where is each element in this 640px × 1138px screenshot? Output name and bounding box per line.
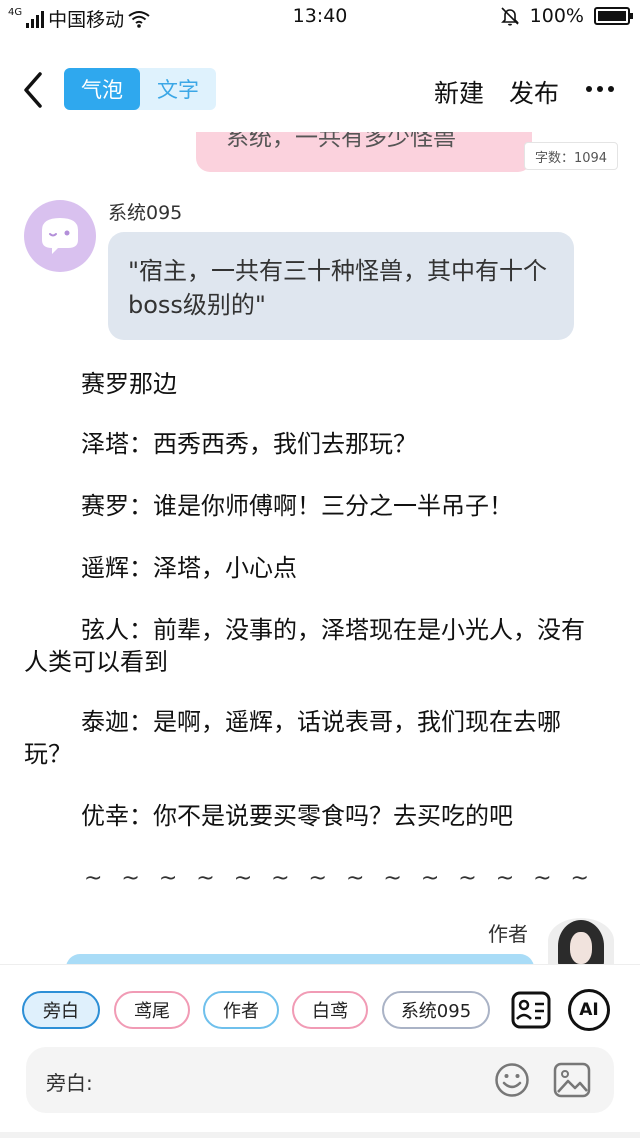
role-chip[interactable]: 旁白 (22, 991, 100, 1029)
battery-icon (594, 7, 633, 25)
new-button[interactable]: 新建 (434, 74, 484, 110)
home-indicator (0, 1132, 640, 1138)
system-name: 系统095 (108, 202, 183, 224)
role-chip[interactable]: 白鸢 (292, 991, 368, 1029)
compose-panel: 旁白 鸢尾 作者 白鸢 系统095 AI 旁白: (0, 964, 640, 1138)
narration-line[interactable]: 赛罗那边 (24, 368, 604, 400)
tab-bubble[interactable]: 气泡 (64, 68, 140, 110)
section-divider: ~ ~ ~ ~ ~ ~ ~ ~ ~ ~ ~ ~ ~ ~ (84, 866, 595, 891)
system-avatar[interactable] (24, 200, 96, 272)
system-message-text: "宿主，一共有三十种怪兽，其中有十个boss级别的" (128, 257, 548, 319)
ai-button[interactable]: AI (568, 989, 610, 1031)
narration-line[interactable]: 泽塔：西秀西秀，我们去那玩？ (24, 428, 604, 460)
author-name: 作者 (488, 922, 528, 946)
battery-level (598, 11, 626, 21)
contact-card-icon[interactable] (510, 989, 552, 1031)
story-content[interactable]: 系统，一共有多少怪兽 字数：1094 系统095 "宿主，一共有三十种怪兽，其中… (0, 132, 640, 964)
role-chip[interactable]: 系统095 (382, 991, 490, 1029)
message-input[interactable]: 旁白: (26, 1047, 614, 1113)
word-count-badge: 字数：1094 (524, 142, 618, 170)
publish-button[interactable]: 发布 (509, 74, 559, 110)
image-icon[interactable] (553, 1062, 591, 1098)
more-icon[interactable] (586, 86, 614, 92)
mode-switch: 气泡 文字 (64, 68, 216, 110)
narration-line[interactable]: 优幸：你不是说要买零食吗？去买吃的吧 (24, 800, 604, 832)
battery-percent: 100% (529, 5, 584, 27)
role-chip[interactable]: 鸢尾 (114, 991, 190, 1029)
mute-bell-icon (500, 7, 519, 26)
tab-text[interactable]: 文字 (140, 68, 216, 110)
previous-message-bubble[interactable]: 系统，一共有多少怪兽 (196, 132, 532, 172)
input-role-label: 旁白: (46, 1071, 93, 1095)
system-message-bubble[interactable]: "宿主，一共有三十种怪兽，其中有十个boss级别的" (108, 232, 574, 340)
ghost-avatar-icon (42, 218, 78, 254)
narration-line[interactable]: 弦人：前辈，没事的，泽塔现在是小光人，没有人类可以看到 (24, 614, 604, 678)
back-icon[interactable] (18, 70, 48, 110)
narration-line[interactable]: 赛罗：谁是你师傅啊！三分之一半吊子！ (24, 490, 604, 522)
narration-line[interactable]: 泰迦：是啊，遥辉，话说表哥，我们现在去哪玩？ (24, 706, 604, 770)
role-chip[interactable]: 作者 (203, 991, 279, 1029)
author-avatar[interactable] (548, 918, 614, 964)
emoji-icon[interactable] (494, 1062, 530, 1098)
author-message-bubble[interactable] (66, 954, 534, 964)
status-bar: 4G 中国移动 13:40 100% (0, 0, 640, 34)
narration-line[interactable]: 遥辉：泽塔，小心点 (24, 552, 604, 584)
previous-message-text: 系统，一共有多少怪兽 (226, 132, 456, 151)
editor-header: 气泡 文字 新建 发布 (0, 34, 640, 132)
